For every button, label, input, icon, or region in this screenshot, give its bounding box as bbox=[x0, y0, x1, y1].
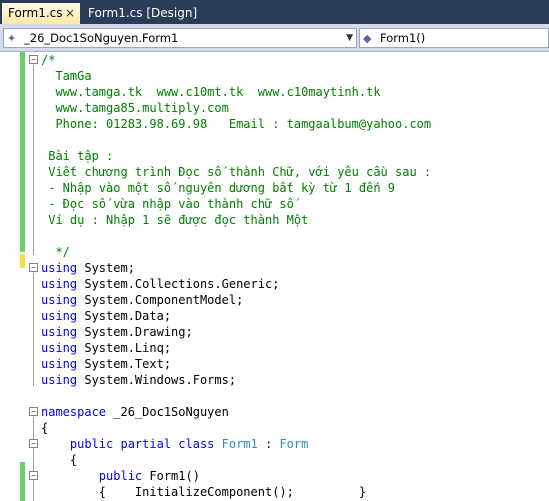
tab-form1-cs[interactable]: Form1.cs × bbox=[2, 3, 80, 24]
code-line: { InitializeComponent(); } bbox=[41, 485, 367, 499]
type-dropdown[interactable]: ✦ _26_Doc1SoNguyen.Form1 ▼ bbox=[3, 28, 357, 48]
type-dropdown-value: _26_Doc1SoNguyen.Form1 bbox=[24, 31, 179, 45]
code-line: Bài tập : bbox=[41, 149, 114, 163]
collapse-icon[interactable]: − bbox=[29, 471, 38, 480]
collapse-icon[interactable]: − bbox=[29, 439, 38, 448]
code-line: */ bbox=[41, 245, 70, 259]
code-line: - Đọc số vừa nhập vào thành chữ số bbox=[41, 197, 294, 211]
code-line: using System.Linq; bbox=[41, 341, 172, 355]
collapse-icon[interactable]: − bbox=[29, 55, 38, 64]
code-line: www.tamga85.multiply.com bbox=[41, 101, 229, 115]
code-line: using System.ComponentModel; bbox=[41, 293, 244, 307]
tab-form1-design[interactable]: Form1.cs [Design] bbox=[82, 3, 203, 24]
code-line: using System.Drawing; bbox=[41, 325, 193, 339]
collapse-icon[interactable]: − bbox=[29, 263, 38, 272]
method-icon: ◆ bbox=[363, 32, 372, 45]
code-line: using System.Collections.Generic; bbox=[41, 277, 280, 291]
close-icon[interactable]: × bbox=[65, 3, 75, 24]
collapse-icon[interactable]: − bbox=[29, 407, 38, 416]
document-tab-strip: Form1.cs × Form1.cs [Design] bbox=[0, 0, 549, 24]
code-line: { bbox=[41, 421, 49, 435]
code-line: - Nhập vào một số nguyên dương bất kỳ từ… bbox=[41, 181, 396, 195]
chevron-down-icon[interactable]: ▼ bbox=[346, 29, 353, 47]
tab-label: Form1.cs [Design] bbox=[88, 6, 198, 20]
navigation-bar: ✦ _26_Doc1SoNguyen.Form1 ▼ ◆ Form1() bbox=[0, 24, 549, 52]
code-line: Phone: 01283.98.69.98 Email : tamgaalbum… bbox=[41, 117, 432, 131]
code-line: − public Form1() bbox=[0, 468, 549, 484]
code-line: − /* bbox=[0, 52, 549, 68]
code-line: − using System; bbox=[0, 260, 549, 276]
member-dropdown-value: Form1() bbox=[380, 31, 426, 45]
class-icon: ✦ bbox=[7, 32, 17, 45]
code-line: using System.Text; bbox=[41, 357, 172, 371]
code-line: Ví dụ : Nhập 1 sẽ được đọc thành Một bbox=[41, 213, 309, 227]
code-line: − namespace _26_Doc1SoNguyen bbox=[0, 404, 549, 420]
code-line: using System.Windows.Forms; bbox=[41, 373, 237, 387]
code-line: − public partial class Form1 : Form bbox=[0, 436, 549, 452]
code-editor[interactable]: − /* TamGa www.tamga.tk www.c10mt.tk www… bbox=[0, 52, 549, 501]
code-line: Viết chương trình Đọc số thành Chữ, với … bbox=[41, 165, 432, 179]
tab-label: Form1.cs bbox=[8, 6, 63, 20]
code-line: www.tamga.tk www.c10mt.tk www.c10maytinh… bbox=[41, 85, 381, 99]
code-line: TamGa bbox=[41, 69, 92, 83]
member-dropdown[interactable]: ◆ Form1() bbox=[359, 28, 549, 48]
code-line: using System.Data; bbox=[41, 309, 172, 323]
code-line: { bbox=[41, 453, 78, 467]
